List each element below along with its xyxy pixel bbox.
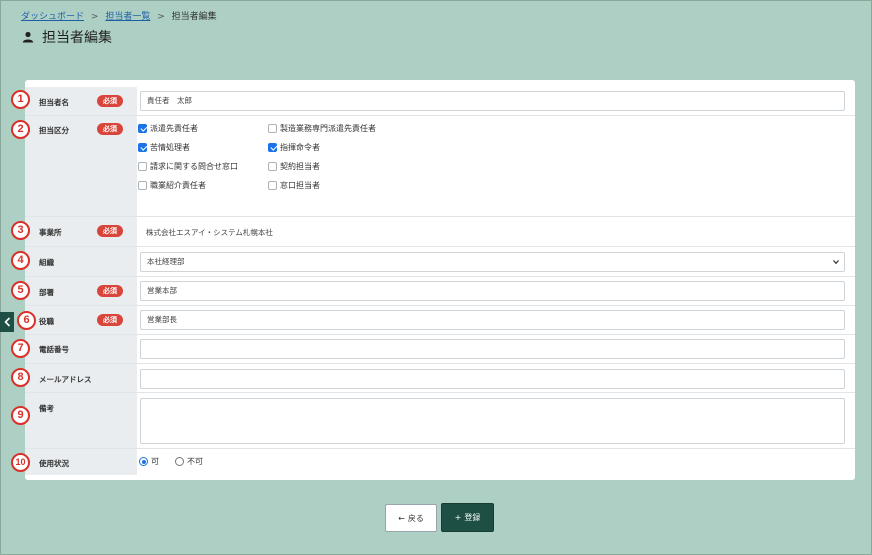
back-button[interactable]: ← 戻る [385,504,437,532]
checkbox-label: 苦情処理者 [150,143,190,152]
checkbox-shokugyou-shoukai[interactable]: 職業紹介責任者 [138,180,206,191]
label-staff-name: 担当者名 [39,98,69,107]
callout-marker-1: 1 [11,90,30,109]
checkbox-box [138,124,147,133]
checkbox-label: 窓口担当者 [280,181,320,190]
radio-usable[interactable]: 可 [139,456,159,467]
callout-marker-3: 3 [11,221,30,240]
callout-marker-7: 7 [11,339,30,358]
row-organization: 組織 本社経理部 [25,247,855,277]
label-phone: 電話番号 [39,345,69,354]
callout-marker-9: 9 [11,406,30,425]
callout-marker-8: 8 [11,368,30,387]
office-value: 株式会社エスアイ・システム札幌本社 [146,228,273,237]
breadcrumb-separator: > [90,12,99,22]
checkbox-box [268,181,277,190]
edit-form-card: 担当者名 必須 責任者 太郎 担当区分 必須 派遣先責任者 製造業務専門派遣先責… [25,80,855,480]
breadcrumb-dashboard-link[interactable]: ダッシュボード [21,12,84,22]
organization-selected-value: 本社経理部 [147,257,185,266]
chevron-down-icon [833,260,839,265]
row-email: メールアドレス [25,364,855,393]
label-office: 事業所 [39,228,62,237]
email-input[interactable] [140,369,845,389]
page-title: 担当者編集 [22,27,112,47]
checkbox-box [138,181,147,190]
chevron-left-icon [3,317,10,327]
required-badge: 必須 [97,95,123,107]
breadcrumb-separator: > [157,12,165,22]
label-notes: 備考 [39,404,54,413]
radio-label: 可 [151,457,159,466]
checkbox-box [268,124,277,133]
register-button-label: 登録 [464,513,481,522]
plus-icon: + [454,513,462,522]
checkbox-box [268,162,277,171]
staff-name-input[interactable]: 責任者 太郎 [140,91,845,111]
row-department: 部署 必須 営業本部 [25,277,855,306]
row-position: 役職 必須 営業部長 [25,306,855,335]
checkbox-label: 契約担当者 [280,162,320,171]
checkbox-haken-sekininsha[interactable]: 派遣先責任者 [138,123,198,134]
person-icon [22,31,34,43]
checkbox-label: 請求に関する問合せ窓口 [150,162,238,171]
required-badge: 必須 [97,225,123,237]
checkbox-madoguchi-tantousha[interactable]: 窓口担当者 [268,180,320,191]
row-notes: 備考 [25,393,855,449]
row-staff-name: 担当者名 必須 責任者 太郎 [25,87,855,116]
checkbox-box [268,143,277,152]
required-badge: 必須 [97,285,123,297]
breadcrumb: ダッシュボード > 担当者一覧 > 担当者編集 [21,9,217,22]
checkbox-label: 派遣先責任者 [150,124,198,133]
checkbox-label: 指揮命令者 [280,143,320,152]
label-department: 部署 [39,288,54,297]
required-badge: 必須 [97,314,123,326]
notes-textarea[interactable] [140,398,845,444]
label-usage-status: 使用状況 [39,459,69,468]
callout-marker-4: 4 [11,251,30,270]
required-badge: 必須 [97,123,123,135]
row-staff-category: 担当区分 必須 派遣先責任者 製造業務専門派遣先責任者 苦情処理者 指揮命令者 … [25,116,855,217]
label-email: メールアドレス [39,375,92,384]
checkbox-box [138,143,147,152]
label-staff-category: 担当区分 [39,126,69,135]
callout-marker-10: 10 [11,453,30,472]
row-office: 事業所 必須 株式会社エスアイ・システム札幌本社 [25,217,855,247]
phone-input[interactable] [140,339,845,359]
checkbox-label: 職業紹介責任者 [150,181,206,190]
row-usage-status: 使用状況 可 不可 [25,449,855,475]
back-button-label: 戻る [407,513,424,523]
checkbox-kujou-shorisha[interactable]: 苦情処理者 [138,142,190,153]
checkbox-seizou-haken-sekininsha[interactable]: 製造業務専門派遣先責任者 [268,123,376,134]
radio-label: 不可 [187,457,203,466]
sidebar-toggle-button[interactable] [0,312,14,332]
checkbox-shiki-meireisha[interactable]: 指揮命令者 [268,142,320,153]
label-organization: 組織 [39,258,54,267]
organization-select[interactable]: 本社経理部 [140,252,845,272]
checkbox-keiyaku-tantousha[interactable]: 契約担当者 [268,161,320,172]
department-input[interactable]: 営業本部 [140,281,845,301]
register-button[interactable]: + 登録 [441,503,494,532]
position-input[interactable]: 営業部長 [140,310,845,330]
page-title-text: 担当者編集 [42,30,112,46]
radio-dot [139,457,148,466]
label-position: 役職 [39,317,54,326]
arrow-left-icon: ← [398,513,405,523]
radio-dot [175,457,184,466]
checkbox-seikyu-toiawase[interactable]: 請求に関する問合せ窓口 [138,161,238,172]
callout-marker-6: 6 [17,311,36,330]
breadcrumb-current: 担当者編集 [171,12,217,22]
callout-marker-2: 2 [11,120,30,139]
radio-unusable[interactable]: 不可 [175,456,203,467]
checkbox-label: 製造業務専門派遣先責任者 [280,124,376,133]
checkbox-box [138,162,147,171]
breadcrumb-staff-list-link[interactable]: 担当者一覧 [105,12,150,22]
callout-marker-5: 5 [11,281,30,300]
row-phone: 電話番号 [25,335,855,364]
